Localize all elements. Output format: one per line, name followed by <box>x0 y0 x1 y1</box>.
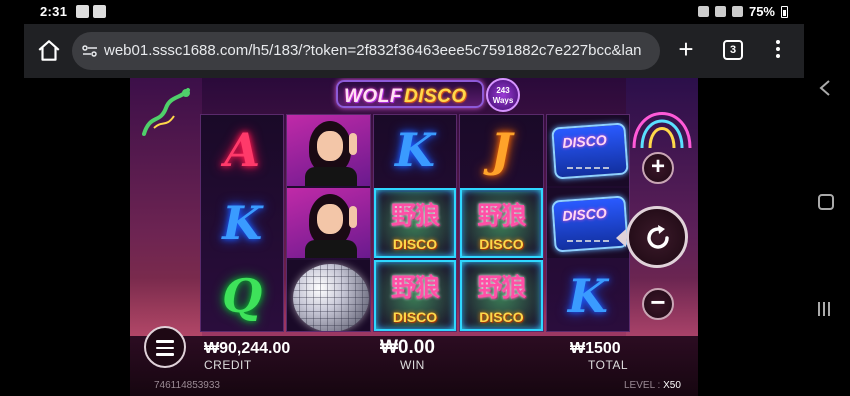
wild-symbol: 野狼 DISCO <box>460 187 543 259</box>
recent-apps-icon[interactable] <box>818 302 834 318</box>
notification-icons <box>76 5 106 18</box>
alarm-icon <box>697 6 709 17</box>
sign-text: DISCO <box>561 204 607 224</box>
level-indicator: LEVEL : X50 <box>624 380 681 391</box>
spin-arrow-icon <box>647 225 669 249</box>
system-nav-bar <box>804 24 850 396</box>
wild-cjk-text: 野狼 <box>477 273 526 303</box>
slot-game-canvas: WOLF DISCO 243 Ways A K Q K 野狼 DISCO 野狼 DISCO J 野… <box>130 78 698 396</box>
bet-increase-button[interactable]: + <box>642 152 674 184</box>
reel-symbol: 野狼 DISCO <box>460 187 543 259</box>
disco-sign-symbol: DISCO <box>546 115 630 186</box>
level-label: LEVEL : <box>624 380 661 391</box>
hamburger-icon <box>146 328 184 356</box>
ways-badge: 243 Ways <box>486 78 520 112</box>
win-value: ₩0.00 <box>380 337 435 358</box>
dragon-neon-icon <box>142 88 190 136</box>
reel-column: K 野狼 DISCO 野狼 DISCO <box>372 114 458 332</box>
game-logo: WOLF DISCO 243 Ways <box>336 78 520 114</box>
app-notification-icon <box>93 5 106 18</box>
spin-button[interactable] <box>626 206 688 268</box>
browser-toolbar: web01.sssc1688.com/h5/183/?token=2f832f3… <box>24 24 804 78</box>
home-nav-icon[interactable] <box>818 194 834 210</box>
battery-icon <box>781 5 788 18</box>
wild-symbol: 野狼 DISCO <box>373 260 457 332</box>
more-menu-icon[interactable] <box>774 40 782 62</box>
reel-symbol: Q <box>201 260 283 331</box>
back-icon[interactable] <box>818 80 832 96</box>
letter-symbol: J <box>490 123 513 178</box>
reel-column: J 野狼 DISCO 野狼 DISCO <box>459 114 544 332</box>
phone-screen: 2:31 75% web01.sssc1688.com/h5/183/?toke… <box>0 0 850 396</box>
logo-disco-text: DISCO <box>404 86 467 107</box>
reel-symbol: DISCO <box>546 187 630 259</box>
reel-column: AKQ <box>200 114 285 332</box>
credit-value: ₩90,244.00 <box>204 340 291 357</box>
reel-symbol <box>287 260 370 332</box>
reel-grid: A K Q K 野狼 DISCO 野狼 DISCO J 野狼 DISCO 野狼 DISCO DISCO DI… <box>200 114 631 332</box>
letter-symbol: A <box>224 123 261 178</box>
status-indicators: 75% <box>697 4 788 19</box>
home-icon[interactable] <box>36 38 62 64</box>
reel-symbol: 野狼 DISCO <box>373 187 457 259</box>
win-label: WIN <box>400 358 425 372</box>
reel-symbol: 野狼 DISCO <box>460 260 543 332</box>
reel-column <box>286 114 371 332</box>
reel-symbol: J <box>460 115 542 186</box>
reel-symbol: K <box>374 115 456 186</box>
mute-icon <box>714 6 726 17</box>
game-hud: ₩90,244.00 CREDIT ₩0.00 WIN ₩1500 TOTAL … <box>130 326 698 396</box>
address-bar[interactable]: web01.sssc1688.com/h5/183/?token=2f832f3… <box>72 32 660 70</box>
battery-percent: 75% <box>748 4 775 19</box>
total-bet-value[interactable]: ₩1500 <box>570 340 621 358</box>
game-menu-button[interactable] <box>144 326 186 368</box>
logo-plate: WOLF DISCO <box>336 80 484 108</box>
spin-chevron-icon <box>616 229 626 247</box>
neon-arch-icon <box>632 112 692 149</box>
reel-symbol: DISCO <box>546 115 630 186</box>
letter-symbol: Q <box>222 268 263 323</box>
sign-text: DISCO <box>561 131 607 151</box>
reel-symbol: A <box>201 115 283 186</box>
wild-label-text: DISCO <box>479 309 524 326</box>
status-bar: 2:31 75% <box>0 0 850 24</box>
wild-cjk-text: 野狼 <box>477 200 526 230</box>
reel-symbol: K <box>201 188 283 259</box>
game-round-id: 746114853933 <box>154 380 220 391</box>
logo-wolf-text: WOLF <box>344 86 402 107</box>
new-tab-button[interactable]: + <box>674 36 698 62</box>
url-text[interactable]: web01.sssc1688.com/h5/183/?token=2f832f3… <box>104 42 652 59</box>
signal-icon <box>731 6 743 17</box>
wild-cjk-text: 野狼 <box>391 200 440 230</box>
reel-column: DISCO DISCO K <box>545 114 631 332</box>
site-settings-icon[interactable] <box>82 44 98 58</box>
tab-switcher-button[interactable]: 3 <box>723 40 743 60</box>
disco-ball-symbol <box>287 260 370 332</box>
singer-symbol <box>287 115 370 186</box>
letter-symbol: K <box>567 268 608 323</box>
wild-label-text: DISCO <box>392 236 438 253</box>
wild-label-text: DISCO <box>479 236 524 253</box>
total-bet-label: TOTAL <box>588 358 629 372</box>
letter-symbol: K <box>222 196 263 250</box>
wild-cjk-text: 野狼 <box>391 273 440 303</box>
letter-symbol: K <box>395 123 435 178</box>
status-time: 2:31 <box>40 4 68 19</box>
reel-symbol <box>287 187 370 259</box>
wild-symbol: 野狼 DISCO <box>373 187 457 259</box>
disco-sign-symbol: DISCO <box>546 187 630 259</box>
singer-symbol <box>287 187 370 259</box>
wild-symbol: 野狼 DISCO <box>460 260 543 332</box>
level-value: X50 <box>663 380 681 391</box>
credit-label: CREDIT <box>204 358 252 372</box>
reel-symbol <box>287 115 370 186</box>
gallery-notification-icon <box>76 5 89 18</box>
reel-symbol: 野狼 DISCO <box>373 260 457 332</box>
wild-label-text: DISCO <box>392 309 438 326</box>
bet-decrease-button[interactable]: − <box>642 288 674 320</box>
reel-symbol: K <box>547 260 629 331</box>
